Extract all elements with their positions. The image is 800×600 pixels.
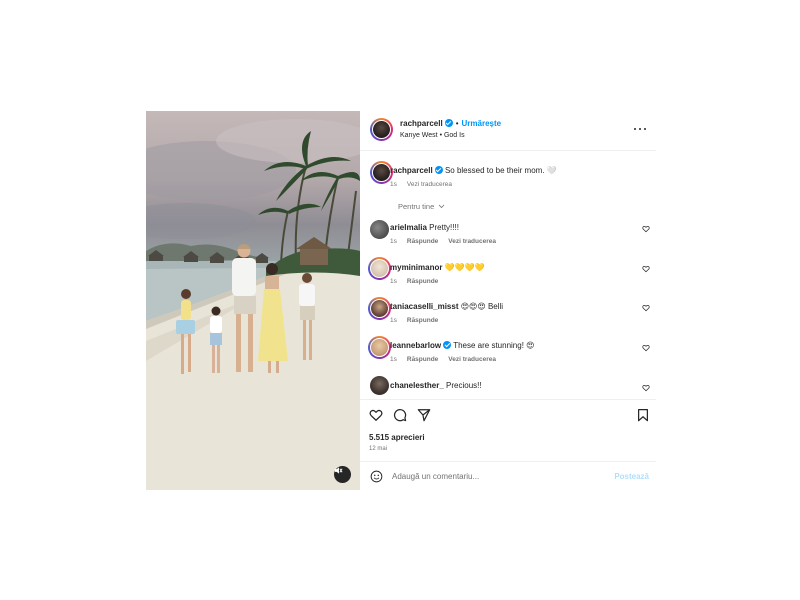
- caption-translate-link[interactable]: Vezi traducerea: [407, 181, 452, 188]
- comment-time: 1s: [390, 317, 397, 324]
- author-line: rachparcell • Urmărește: [400, 119, 501, 128]
- commenter-avatar[interactable]: [370, 220, 389, 239]
- beach-family-scene: [146, 119, 360, 490]
- heart-icon[interactable]: [642, 344, 650, 352]
- translate-link[interactable]: Vezi traducerea: [448, 238, 496, 245]
- comment-username[interactable]: arielmalia: [390, 223, 427, 232]
- audio-song: God Is: [443, 132, 465, 139]
- more-options-button[interactable]: [634, 125, 646, 133]
- post-header: rachparcell • Urmărește Kanye West • God I…: [360, 111, 656, 151]
- post-details: rachparcell • Urmărește Kanye West • God I…: [360, 111, 656, 490]
- comment-text: 💛💛💛💛: [444, 263, 485, 272]
- comment-username[interactable]: myminimanor: [390, 263, 442, 272]
- comments-section[interactable]: rachparcell So blessed to be their mom. …: [360, 152, 656, 399]
- like-icon[interactable]: [369, 408, 383, 422]
- verified-icon: [443, 341, 452, 349]
- emoji-icon[interactable]: [370, 470, 383, 483]
- comment-line: chanelesther_ Precious!!: [390, 381, 482, 390]
- comment-time: 1s: [390, 238, 397, 245]
- post-video[interactable]: [146, 111, 360, 490]
- likes-count[interactable]: 5.515 aprecieri: [369, 433, 425, 442]
- comment-time: 1s: [390, 356, 397, 363]
- commenter-avatar[interactable]: [368, 336, 391, 359]
- commenter-avatar[interactable]: [368, 257, 391, 280]
- audio-artist: Kanye West: [400, 132, 438, 139]
- heart-icon[interactable]: [642, 265, 650, 273]
- comment-line: arielmalia Pretty!!!!: [390, 223, 459, 232]
- heart-icon[interactable]: [642, 225, 650, 233]
- translate-link[interactable]: Vezi traducerea: [448, 356, 496, 363]
- post-dialog: rachparcell • Urmărește Kanye West • God I…: [146, 111, 656, 490]
- comment-meta: 1s Răspunde: [390, 278, 448, 285]
- comment-sort-dropdown[interactable]: Pentru tine: [398, 202, 445, 211]
- post-actions: 5.515 aprecieri 12 mai: [360, 399, 656, 461]
- comment-username[interactable]: leannebarlow: [390, 341, 441, 350]
- comment-username[interactable]: taniacaselli_misst: [390, 302, 458, 311]
- separator-dot: •: [455, 119, 459, 128]
- comment-time: 1s: [390, 278, 397, 285]
- comment-meta: 1s Răspunde Vezi traducerea: [390, 238, 506, 245]
- author-avatar[interactable]: [370, 118, 393, 141]
- heart-icon[interactable]: [642, 304, 650, 312]
- reply-link[interactable]: Răspunde: [407, 238, 438, 245]
- comment-text: 😍😍😍 Belli: [460, 302, 504, 311]
- caption-text: So blessed to be their mom. 🤍: [444, 166, 557, 175]
- commenter-avatar[interactable]: [368, 297, 391, 320]
- add-comment-bar: Postează: [360, 461, 656, 490]
- caption-time: 1s: [390, 181, 397, 188]
- post-date: 12 mai: [369, 446, 388, 452]
- comment-text: Precious!!: [446, 381, 482, 390]
- heart-icon[interactable]: [642, 384, 650, 392]
- reply-link[interactable]: Răspunde: [407, 278, 438, 285]
- save-icon[interactable]: [636, 408, 650, 422]
- comment-text: These are stunning! 😍: [453, 341, 535, 350]
- comment-line: myminimanor 💛💛💛💛: [390, 263, 485, 272]
- chevron-down-icon: [439, 204, 445, 209]
- verified-icon: [434, 166, 443, 174]
- caption-meta: 1s Vezi traducerea: [390, 181, 462, 188]
- mute-button[interactable]: [334, 466, 351, 483]
- reply-link[interactable]: Răspunde: [407, 317, 438, 324]
- audio-track[interactable]: Kanye West • God Is: [400, 132, 465, 139]
- caption-username[interactable]: rachparcell: [390, 166, 433, 175]
- comment-line: taniacaselli_misst 😍😍😍 Belli: [390, 302, 503, 311]
- comment-meta: 1s Răspunde: [390, 317, 448, 324]
- verified-icon: [444, 119, 453, 127]
- post-comment-button[interactable]: Postează: [614, 472, 649, 481]
- commenter-avatar[interactable]: [370, 376, 389, 395]
- mute-icon: [334, 467, 343, 474]
- caption-text-line: rachparcell So blessed to be their mom. …: [390, 166, 557, 175]
- share-icon[interactable]: [417, 408, 431, 422]
- comment-username[interactable]: chanelesther_: [390, 381, 444, 390]
- comment-meta: 1s Răspunde Vezi traducerea: [390, 356, 506, 363]
- follow-button[interactable]: Urmărește: [462, 119, 502, 128]
- comment-icon[interactable]: [393, 408, 407, 422]
- author-username[interactable]: rachparcell: [400, 119, 443, 128]
- comment-text: Pretty!!!!: [429, 223, 459, 232]
- comment-input[interactable]: [392, 469, 602, 483]
- sort-label: Pentru tine: [398, 202, 435, 211]
- comment-line: leannebarlow These are stunning! 😍: [390, 341, 534, 350]
- reply-link[interactable]: Răspunde: [407, 356, 438, 363]
- more-icon: [634, 128, 636, 130]
